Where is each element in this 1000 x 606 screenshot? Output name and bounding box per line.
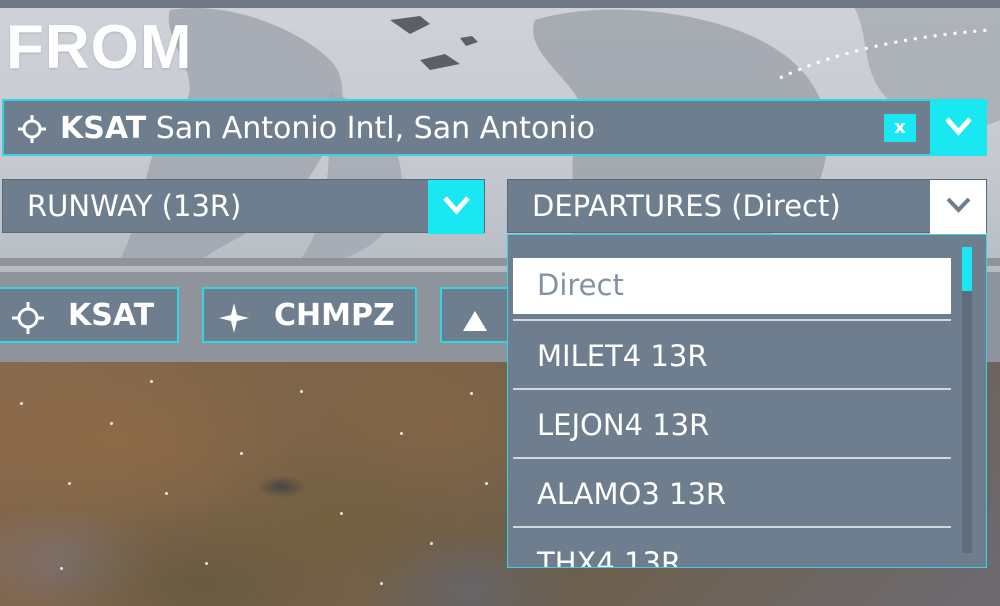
waypoint-chip-chmpz[interactable]: CHMPZ: [202, 287, 417, 343]
dropdown-option-selected[interactable]: Direct: [513, 258, 951, 314]
terrain-dot: [68, 482, 71, 485]
location-crosshair-icon: [18, 115, 46, 143]
option-label: Direct: [537, 268, 624, 302]
waypoint-star-icon: [218, 302, 250, 342]
runway-dropdown-button[interactable]: [428, 180, 484, 234]
terrain-dot: [380, 582, 383, 585]
triangle-up-icon: [462, 305, 488, 340]
waypoint-chip-ksat[interactable]: KSAT: [0, 287, 179, 343]
airport-name: San Antonio Intl, San Antonio: [155, 111, 595, 146]
terrain-dot: [470, 392, 473, 395]
dropdown-option[interactable]: THX4 13R: [513, 528, 951, 568]
airport-text: KSAT San Antonio Intl, San Antonio: [60, 111, 595, 146]
terrain-dot: [400, 432, 403, 435]
dropdown-scrollbar[interactable]: [962, 247, 972, 553]
top-strip: [0, 0, 1000, 8]
waypoint-label: KSAT: [68, 298, 155, 333]
clear-airport-button[interactable]: x: [884, 114, 916, 142]
terrain-dot: [165, 492, 168, 495]
waypoint-chip-more[interactable]: [440, 287, 510, 343]
departures-dropdown-list[interactable]: Direct MILET4 13R LEJON4 13R ALAMO3 13R …: [507, 234, 987, 568]
terrain-dot: [240, 452, 243, 455]
option-label: ALAMO3 13R: [537, 477, 727, 511]
terrain-dot: [110, 422, 113, 425]
departure-airport-selector[interactable]: KSAT San Antonio Intl, San Antonio x: [2, 99, 987, 156]
scrollbar-thumb[interactable]: [962, 247, 972, 291]
terrain-dot: [20, 402, 23, 405]
terrain-dot: [60, 567, 63, 570]
location-crosshair-icon: [12, 302, 44, 342]
departures-dropdown-button[interactable]: [930, 180, 986, 234]
dropdown-option[interactable]: ALAMO3 13R: [513, 459, 951, 528]
waypoint-label: CHMPZ: [274, 298, 395, 333]
option-divider: [513, 319, 951, 321]
runway-select[interactable]: RUNWAY (13R): [2, 179, 485, 234]
departures-select[interactable]: DEPARTURES (Direct): [507, 179, 987, 234]
terrain-dot: [205, 562, 208, 565]
terrain-dot: [485, 482, 488, 485]
chevron-down-icon: [945, 117, 972, 136]
chevron-down-icon: [946, 197, 971, 213]
chevron-down-icon: [443, 196, 470, 215]
page-title: FROM: [6, 13, 193, 82]
terrain-dot: [430, 542, 433, 545]
terrain-dot: [340, 512, 343, 515]
option-label: MILET4 13R: [537, 339, 708, 373]
option-label: LEJON4 13R: [537, 408, 710, 442]
option-label: THX4 13R: [537, 546, 682, 568]
runway-label: RUNWAY (13R): [27, 189, 242, 223]
terrain-dot: [300, 390, 303, 393]
dropdown-option[interactable]: LEJON4 13R: [513, 390, 951, 459]
terrain-dot: [150, 380, 153, 383]
airport-dropdown-button[interactable]: [930, 99, 987, 156]
dropdown-option[interactable]: MILET4 13R: [513, 321, 951, 390]
airport-icao: KSAT: [60, 111, 147, 146]
departures-label: DEPARTURES (Direct): [532, 189, 841, 223]
